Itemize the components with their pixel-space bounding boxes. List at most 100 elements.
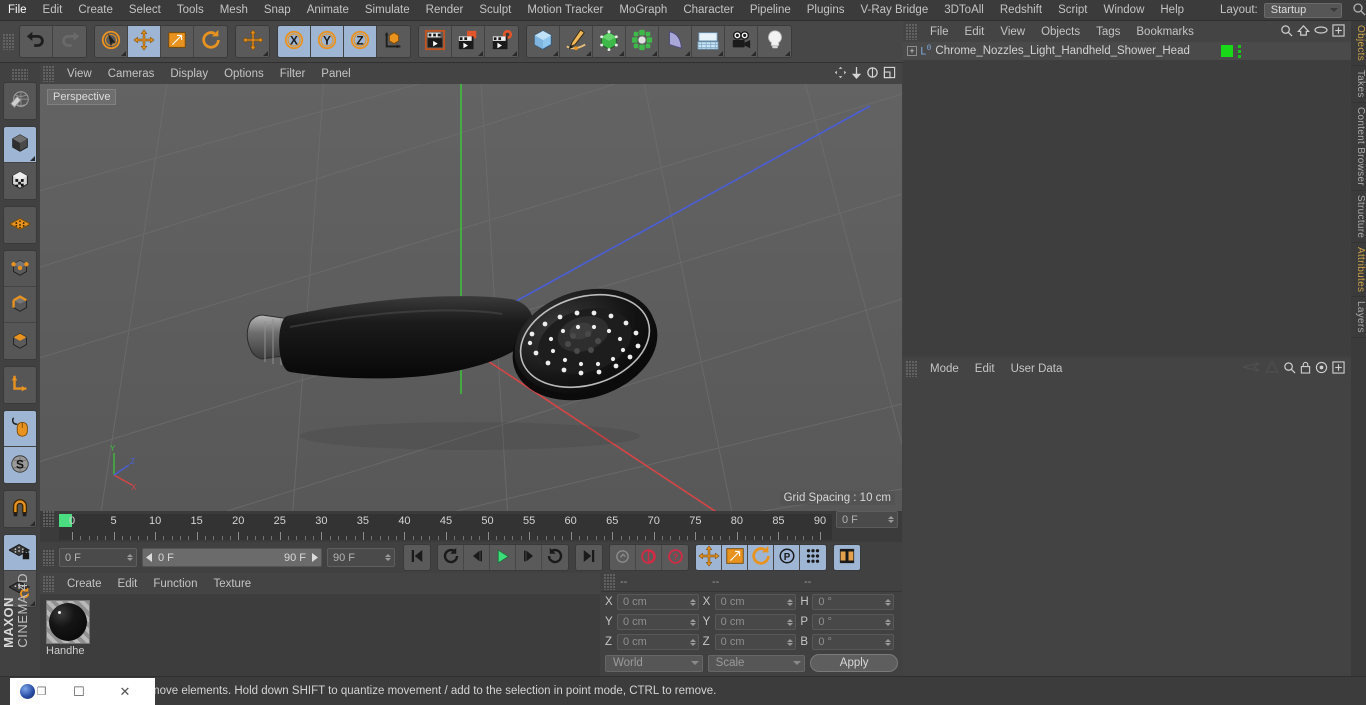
- previous-frame-button[interactable]: [464, 545, 490, 570]
- viewport-menu-panel[interactable]: Panel: [313, 64, 358, 84]
- menu-item-v-ray-bridge[interactable]: V-Ray Bridge: [852, 0, 936, 20]
- coordinate-size-field[interactable]: 0 cm: [714, 634, 797, 650]
- world-object-coord-button[interactable]: [377, 26, 410, 57]
- menu-item-create[interactable]: Create: [70, 0, 121, 20]
- object-menu-bookmarks[interactable]: Bookmarks: [1128, 22, 1202, 42]
- record-position-button[interactable]: [696, 545, 722, 570]
- edges-mode-button[interactable]: [4, 287, 36, 323]
- menu-item-pipeline[interactable]: Pipeline: [742, 0, 799, 20]
- lock-z-button[interactable]: Z: [344, 26, 377, 57]
- menu-item-snap[interactable]: Snap: [256, 0, 299, 20]
- spinner-icon[interactable]: [689, 638, 696, 646]
- play-button[interactable]: [490, 545, 516, 570]
- spinner-icon[interactable]: [385, 554, 391, 561]
- coordinate-rotation-field[interactable]: 0 °: [812, 594, 895, 610]
- search-icon[interactable]: [1283, 361, 1296, 377]
- spinner-icon[interactable]: [127, 554, 133, 561]
- add-deformer-button[interactable]: [626, 26, 659, 57]
- right-tab-takes[interactable]: Takes: [1351, 66, 1366, 103]
- attribute-menu-edit[interactable]: Edit: [967, 359, 1003, 379]
- expand-icon[interactable]: +: [907, 46, 917, 56]
- record-rotation-button[interactable]: [748, 545, 774, 570]
- target-icon[interactable]: [1315, 361, 1328, 377]
- end-frame-field[interactable]: 90 F: [327, 548, 395, 567]
- home-icon[interactable]: [1297, 24, 1310, 40]
- menu-item-motion-tracker[interactable]: Motion Tracker: [519, 0, 611, 20]
- add-light-button[interactable]: [758, 26, 791, 57]
- search-icon[interactable]: [1280, 24, 1293, 40]
- spinner-icon[interactable]: [888, 516, 894, 523]
- add-bend-button[interactable]: [659, 26, 692, 57]
- coordinates-grip[interactable]: [604, 574, 615, 590]
- material-menu-function[interactable]: Function: [145, 574, 205, 594]
- play-backwards-button[interactable]: [438, 545, 464, 570]
- record-scale-button[interactable]: [722, 545, 748, 570]
- spinner-icon[interactable]: [885, 598, 892, 606]
- select-tool[interactable]: [95, 26, 128, 57]
- attribute-menu-user-data[interactable]: User Data: [1003, 359, 1071, 379]
- plus-box-icon[interactable]: [1332, 360, 1345, 377]
- polygons-mode-button[interactable]: [4, 323, 36, 359]
- spinner-icon[interactable]: [787, 638, 794, 646]
- menu-item-edit[interactable]: Edit: [35, 0, 71, 20]
- points-mode-button[interactable]: [4, 251, 36, 287]
- enable-snap-button[interactable]: S: [4, 447, 36, 483]
- menu-item-animate[interactable]: Animate: [299, 0, 357, 20]
- attribute-menu-mode[interactable]: Mode: [922, 359, 967, 379]
- menu-item-help[interactable]: Help: [1152, 0, 1192, 20]
- lock-icon[interactable]: [1300, 361, 1311, 377]
- material-grip[interactable]: [43, 575, 54, 592]
- menu-item-character[interactable]: Character: [675, 0, 742, 20]
- play-forward-loop-button[interactable]: [542, 545, 568, 570]
- model-mode-button[interactable]: [4, 127, 36, 163]
- lock-x-button[interactable]: X: [278, 26, 311, 57]
- right-tab-content-browser[interactable]: Content Browser: [1351, 103, 1366, 191]
- render-settings-button[interactable]: [485, 26, 518, 57]
- make-editable-button[interactable]: [4, 83, 36, 119]
- redo-button[interactable]: [53, 26, 86, 57]
- add-cube-button[interactable]: [527, 26, 560, 57]
- material-list[interactable]: Handhe: [40, 594, 600, 676]
- record-active-objects-button[interactable]: [610, 545, 636, 570]
- right-tab-objects[interactable]: Objects: [1351, 21, 1366, 67]
- menu-item-mograph[interactable]: MoGraph: [611, 0, 675, 20]
- coordinate-mode-dropdown[interactable]: Scale: [707, 654, 806, 672]
- left-toolbar-grip[interactable]: [12, 69, 28, 80]
- coordinate-position-field[interactable]: 0 cm: [617, 594, 699, 610]
- menu-item-sculpt[interactable]: Sculpt: [471, 0, 519, 20]
- object-menu-tags[interactable]: Tags: [1088, 22, 1128, 42]
- move-tool-2[interactable]: [236, 26, 269, 57]
- material-menu-create[interactable]: Create: [59, 574, 110, 594]
- spinner-icon[interactable]: [689, 598, 696, 606]
- object-tree[interactable]: + L0 Chrome_Nozzles_Light_Handheld_Showe…: [903, 42, 1351, 356]
- c4d-logo-icon[interactable]: ❐: [10, 678, 56, 705]
- object-menu-objects[interactable]: Objects: [1033, 22, 1088, 42]
- menu-item-plugins[interactable]: Plugins: [799, 0, 853, 20]
- material-tag-icon[interactable]: [1221, 45, 1233, 57]
- menu-item-render[interactable]: Render: [418, 0, 472, 20]
- viewport-menu-view[interactable]: View: [59, 64, 100, 84]
- timeline-grip[interactable]: [43, 511, 54, 527]
- current-frame-field[interactable]: 0 F: [59, 548, 137, 567]
- object-menu-file[interactable]: File: [922, 22, 957, 42]
- material-item[interactable]: Handhe: [46, 600, 90, 657]
- undo-button[interactable]: [20, 26, 53, 57]
- autokeying-button[interactable]: [636, 545, 662, 570]
- range-left-arrow-icon[interactable]: [145, 553, 154, 562]
- material-menu-texture[interactable]: Texture: [205, 574, 259, 594]
- points-deform-button[interactable]: [4, 207, 36, 243]
- object-menu-edit[interactable]: Edit: [957, 22, 993, 42]
- maximize-icon[interactable]: ☐: [56, 678, 102, 705]
- apply-button[interactable]: Apply: [810, 654, 899, 672]
- timeline-ruler[interactable]: 0 5 10 15 20 25 30 35 40 45 50 55 60 65 70 75 80 85 90: [59, 514, 832, 540]
- add-generator-button[interactable]: [593, 26, 626, 57]
- object-manager-grip[interactable]: [906, 23, 917, 40]
- record-param-button[interactable]: P: [774, 545, 800, 570]
- close-icon[interactable]: ✕: [102, 678, 148, 705]
- menu-item-tools[interactable]: Tools: [169, 0, 212, 20]
- menu-item-script[interactable]: Script: [1050, 0, 1095, 20]
- rotate-view-icon[interactable]: [866, 66, 879, 82]
- object-axis-button[interactable]: [4, 367, 36, 403]
- record-pla-button[interactable]: [800, 545, 826, 570]
- plus-box-icon[interactable]: [1332, 23, 1345, 40]
